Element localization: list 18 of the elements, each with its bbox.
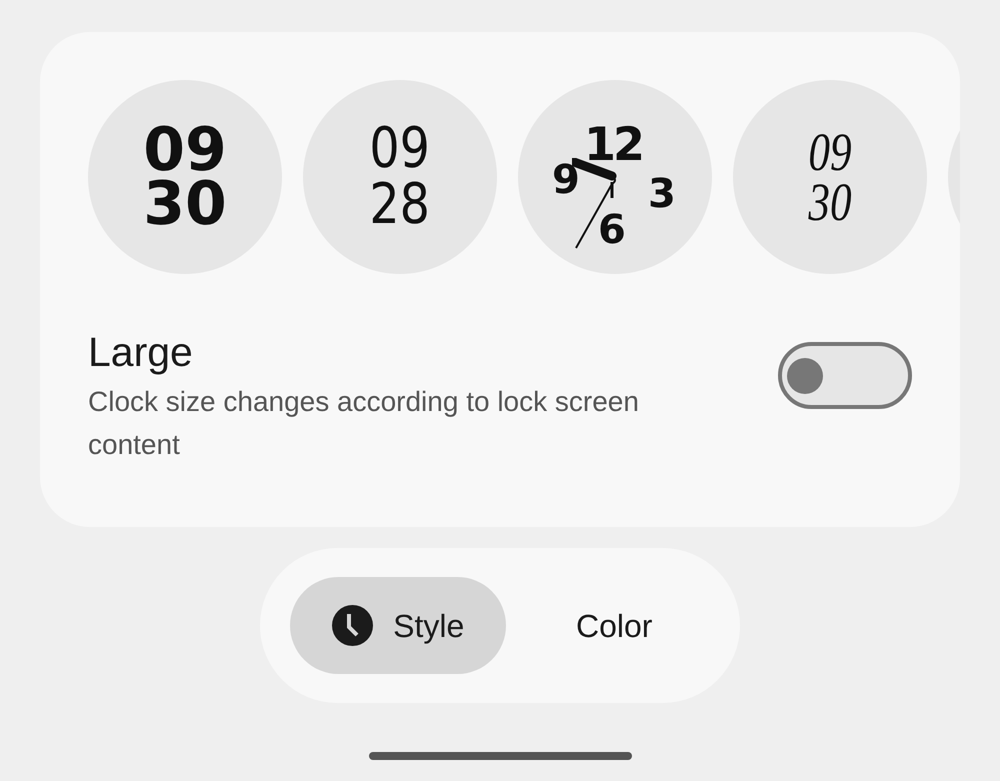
setting-description: Clock size changes according to lock screen content [88,385,640,462]
clock-digits: 28 [370,177,430,233]
clock-face-option[interactable]: 09 30 [733,80,927,274]
clock-digits: 30 [808,177,852,227]
clock-face-option[interactable]: 09 28 [303,80,497,274]
clock-numeral: 12 [584,116,642,173]
tab[interactable]: Color [518,577,710,674]
clock-numeral: 3 [648,170,676,219]
clock-face-option[interactable]: 09 30 [88,80,282,274]
tab[interactable]: Style [290,577,506,674]
clock-numeral: 9 [552,156,580,205]
clock-digits: 30 [143,177,227,231]
clock-numeral: 6 [598,206,626,255]
clock-digits: 09 [370,121,430,177]
setting-title: Large [88,328,194,377]
clock-digits: 09 [808,127,852,177]
clock-icon [332,605,374,646]
clock-digits: 09 [143,123,227,177]
